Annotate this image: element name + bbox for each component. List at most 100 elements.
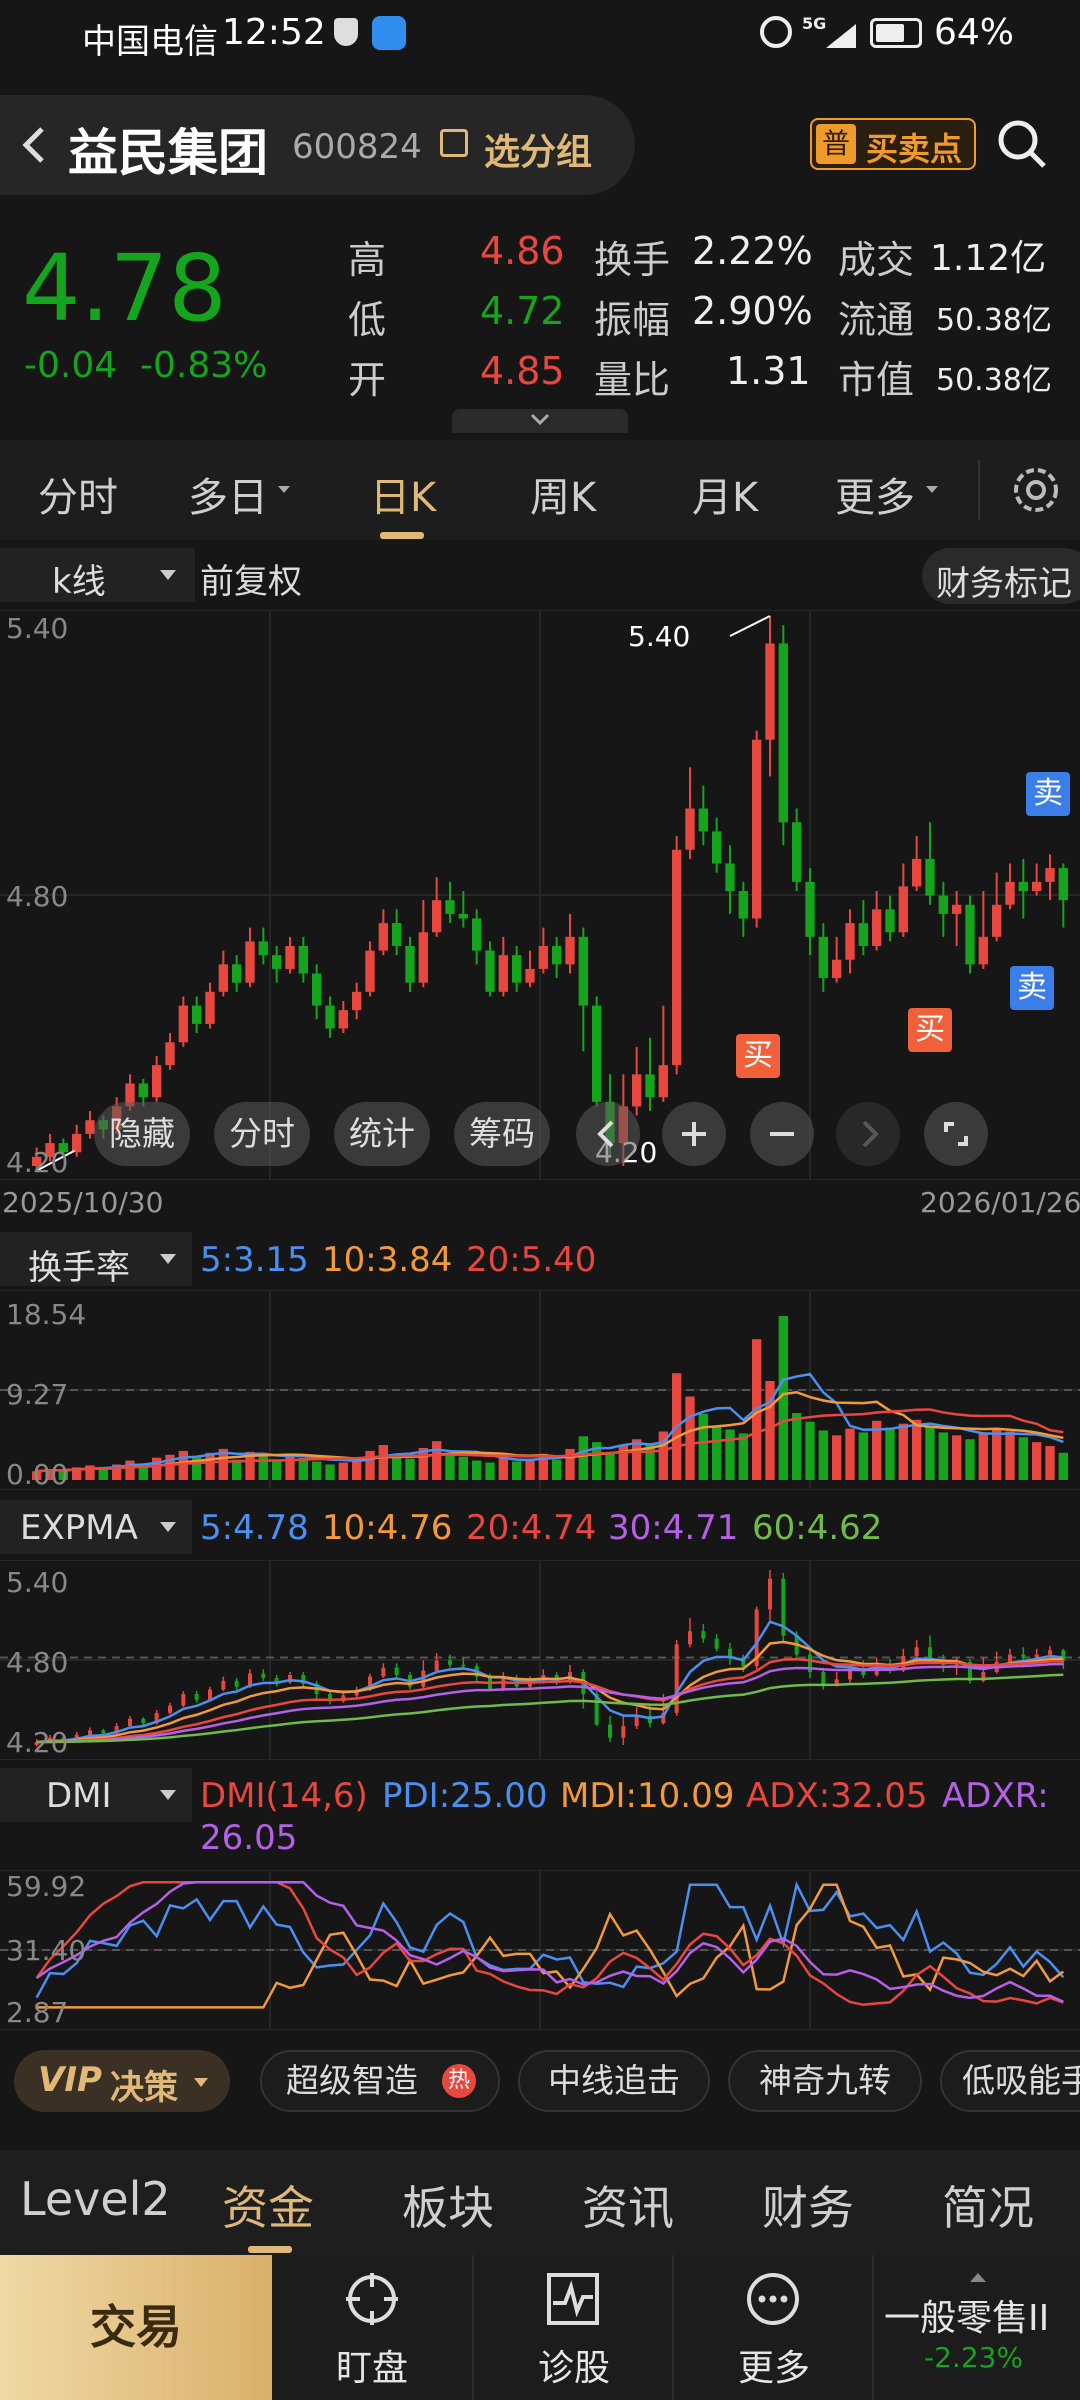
hide-button[interactable]: 隐藏 (94, 1102, 190, 1166)
candle-body (205, 991, 215, 1024)
turnover-chart[interactable] (0, 1290, 1080, 1490)
candle-body (138, 1083, 148, 1098)
chip-low-buy[interactable]: 低吸能手 (940, 2050, 1080, 2112)
turnover-bar (1058, 1452, 1068, 1480)
chip-nine-turn[interactable]: 神奇九转 (728, 2050, 922, 2112)
stats-button[interactable]: 统计 (334, 1102, 430, 1166)
search-button[interactable] (994, 116, 1050, 172)
dmi-chart[interactable] (0, 1870, 1080, 2030)
adjust-mode[interactable]: 前复权 (200, 554, 302, 603)
candle-body (938, 895, 948, 914)
turnover-bar (725, 1429, 735, 1480)
tab-multiday[interactable]: 多日 (188, 465, 268, 523)
fullscreen-button[interactable] (924, 1102, 988, 1166)
candle-body (525, 968, 535, 983)
mini-candle-body (208, 1689, 212, 1700)
more-button[interactable]: 更多 (672, 2255, 872, 2400)
turnover-bar (992, 1428, 1002, 1480)
sell-marker[interactable]: 卖 (1026, 772, 1070, 816)
sell-marker[interactable]: 卖 (1010, 966, 1054, 1010)
turnover-bar (632, 1439, 642, 1480)
tab-monthly-k[interactable]: 月K (692, 465, 758, 523)
sector-name: 一般零售II (884, 2298, 1050, 2339)
chip-super-zhizao-label: 超级智造 (286, 2061, 418, 2100)
turnover-indicator-select[interactable]: 换手率 (0, 1232, 192, 1288)
tab-more[interactable]: 更多 (835, 465, 915, 523)
scroll-left-button[interactable] (576, 1102, 640, 1166)
crosshair-icon (346, 2273, 398, 2325)
dmi-adxr-label: ADXR: (942, 1776, 1049, 1816)
turnover-header: 换手率 5:3.15 10:3.84 20:5.40 (0, 1232, 1080, 1288)
kline-type-select[interactable]: k线 (0, 548, 195, 602)
trade-button[interactable]: 交易 (0, 2255, 272, 2400)
dmi-line (35, 1881, 1065, 1999)
turnover-bar (698, 1413, 708, 1480)
expand-quote-button[interactable] (452, 409, 628, 433)
fenshi-button[interactable]: 分时 (214, 1102, 310, 1166)
mini-candle-body (688, 1631, 692, 1645)
turnover-bar (512, 1461, 522, 1480)
turnover-bar (912, 1419, 922, 1480)
turnover-bar (378, 1445, 388, 1480)
back-button[interactable] (14, 123, 54, 167)
vip-decision-button[interactable]: VIP 决策 (14, 2050, 230, 2112)
zoom-out-button[interactable] (750, 1102, 814, 1166)
turnover-bar (272, 1460, 282, 1480)
candle-body (392, 923, 402, 946)
kline-chart[interactable] (0, 610, 1080, 1180)
chip-super-zhizao[interactable]: 超级智造 热 (260, 2050, 500, 2112)
dmi-adxr-value: 26.05 (200, 1818, 298, 1858)
last-price: 4.78 (22, 235, 227, 342)
tab-level2[interactable]: Level2 (20, 2172, 171, 2226)
chips-button[interactable]: 筹码 (454, 1102, 550, 1166)
turnover-y-max: 18.54 (6, 1298, 87, 1331)
info-tabs: Level2 资金 板块 资讯 财务 简况 (0, 2150, 1080, 2255)
dmi-indicator-select[interactable]: DMI (0, 1768, 192, 1822)
diagnose-button[interactable]: 诊股 (472, 2255, 672, 2400)
finance-mark-label: 财务标记 (936, 564, 1072, 604)
buy-marker[interactable]: 买 (908, 1008, 952, 1052)
kline-y-max: 5.40 (6, 612, 69, 645)
candle-body (178, 1005, 188, 1043)
checkbox-icon (440, 129, 468, 157)
candle-body (712, 831, 722, 864)
tab-fenshi[interactable]: 分时 (38, 465, 118, 523)
tab-finance[interactable]: 财务 (762, 2172, 854, 2238)
finance-mark-button[interactable]: 财务标记 (922, 548, 1080, 604)
settings-button[interactable] (978, 460, 1070, 520)
candle-body (658, 1065, 668, 1098)
turnover-bar (938, 1432, 948, 1480)
caret-down-icon (160, 1522, 176, 1532)
candle-body (538, 946, 548, 969)
candle-body (498, 955, 508, 992)
dmi-y-mid: 31.40 (6, 1934, 87, 1967)
scroll-right-button[interactable] (836, 1102, 900, 1166)
tab-profile[interactable]: 简况 (942, 2172, 1034, 2238)
candle-body (778, 643, 788, 823)
tab-funds[interactable]: 资金 (222, 2172, 314, 2238)
turnover-value: 2.22% (692, 229, 813, 273)
tab-sector[interactable]: 板块 (402, 2172, 494, 2238)
chip-midline[interactable]: 中线追击 (518, 2050, 710, 2112)
tab-daily-k[interactable]: 日K (370, 465, 436, 523)
tab-weekly-k[interactable]: 周K (530, 465, 596, 523)
turnover-bar (525, 1458, 535, 1480)
more-label: 更多 (737, 2348, 810, 2389)
expma-chart[interactable] (0, 1560, 1080, 1760)
buy-marker[interactable]: 买 (736, 1034, 780, 1078)
mini-candle-body (261, 1673, 266, 1678)
buy-sell-point-button[interactable]: 普 买卖点 (810, 118, 976, 170)
candle-body (698, 808, 708, 832)
mini-candle-body (394, 1667, 399, 1675)
zoom-in-button[interactable] (662, 1102, 726, 1166)
tab-news[interactable]: 资讯 (582, 2172, 674, 2238)
expma-indicator-select[interactable]: EXPMA (0, 1500, 192, 1554)
sector-button[interactable]: 一般零售II -2.23% (872, 2255, 1080, 2400)
buy-sell-point-label: 买卖点 (866, 130, 963, 168)
turnover-bar (445, 1452, 455, 1480)
candle-body (912, 858, 922, 887)
stock-code: 600824 (292, 127, 422, 167)
watch-button[interactable]: 盯盘 (272, 2255, 472, 2400)
candle-body (432, 900, 442, 933)
turnover-bar (552, 1459, 562, 1480)
